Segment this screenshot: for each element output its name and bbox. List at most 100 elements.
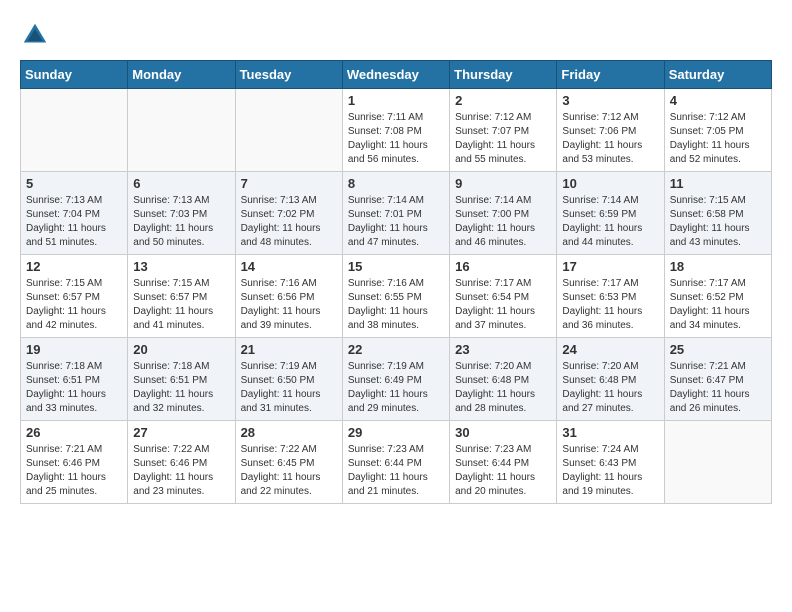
calendar-day-header: Thursday	[450, 61, 557, 89]
calendar-day-cell: 13 Sunrise: 7:15 AM Sunset: 6:57 PM Dayli…	[128, 255, 235, 338]
calendar-day-cell: 6 Sunrise: 7:13 AM Sunset: 7:03 PM Daylig…	[128, 172, 235, 255]
day-info: Sunrise: 7:21 AM Sunset: 6:46 PM Dayligh…	[26, 443, 122, 499]
day-info: Sunrise: 7:14 AM Sunset: 7:01 PM Dayligh…	[348, 194, 444, 250]
day-info: Sunrise: 7:11 AM Sunset: 7:08 PM Dayligh…	[348, 111, 444, 167]
day-info: Sunrise: 7:12 AM Sunset: 7:07 PM Dayligh…	[455, 111, 551, 167]
day-info: Sunrise: 7:13 AM Sunset: 7:02 PM Dayligh…	[241, 194, 337, 250]
day-info: Sunrise: 7:17 AM Sunset: 6:54 PM Dayligh…	[455, 277, 551, 333]
day-info: Sunrise: 7:14 AM Sunset: 7:00 PM Dayligh…	[455, 194, 551, 250]
day-info: Sunrise: 7:24 AM Sunset: 6:43 PM Dayligh…	[562, 443, 658, 499]
calendar-day-cell: 24Sunrise: 7:20 AM Sunset: 6:48 PM Dayli…	[557, 338, 664, 421]
calendar-day-cell: 28Sunrise: 7:22 AM Sunset: 6:45 PM Dayli…	[235, 421, 342, 504]
calendar-week-row: 1 Sunrise: 7:11 AM Sunset: 7:08 PM Daylig…	[21, 89, 772, 172]
calendar-day-cell: 5 Sunrise: 7:13 AM Sunset: 7:04 PM Daylig…	[21, 172, 128, 255]
day-number: 2	[455, 93, 551, 108]
logo	[20, 20, 55, 50]
calendar-day-cell: 3 Sunrise: 7:12 AM Sunset: 7:06 PM Daylig…	[557, 89, 664, 172]
calendar-day-cell: 18Sunrise: 7:17 AM Sunset: 6:52 PM Dayli…	[664, 255, 771, 338]
day-number: 7	[241, 176, 337, 191]
calendar-day-cell	[235, 89, 342, 172]
calendar-day-cell: 26Sunrise: 7:21 AM Sunset: 6:46 PM Dayli…	[21, 421, 128, 504]
calendar-day-cell: 23Sunrise: 7:20 AM Sunset: 6:48 PM Dayli…	[450, 338, 557, 421]
day-info: Sunrise: 7:22 AM Sunset: 6:45 PM Dayligh…	[241, 443, 337, 499]
calendar-day-header: Tuesday	[235, 61, 342, 89]
calendar-day-header: Wednesday	[342, 61, 449, 89]
calendar-day-cell: 1 Sunrise: 7:11 AM Sunset: 7:08 PM Daylig…	[342, 89, 449, 172]
calendar-day-header: Friday	[557, 61, 664, 89]
calendar-week-row: 5 Sunrise: 7:13 AM Sunset: 7:04 PM Daylig…	[21, 172, 772, 255]
logo-icon	[20, 20, 50, 50]
calendar-day-cell	[21, 89, 128, 172]
calendar-day-cell: 30Sunrise: 7:23 AM Sunset: 6:44 PM Dayli…	[450, 421, 557, 504]
calendar-day-cell: 21 Sunrise: 7:19 AM Sunset: 6:50 PM Dayli…	[235, 338, 342, 421]
day-number: 29	[348, 425, 444, 440]
day-number: 3	[562, 93, 658, 108]
day-number: 11	[670, 176, 766, 191]
calendar-day-cell: 7 Sunrise: 7:13 AM Sunset: 7:02 PM Daylig…	[235, 172, 342, 255]
calendar-day-cell: 12 Sunrise: 7:15 AM Sunset: 6:57 PM Dayli…	[21, 255, 128, 338]
page-header	[20, 20, 772, 50]
day-info: Sunrise: 7:13 AM Sunset: 7:03 PM Dayligh…	[133, 194, 229, 250]
day-info: Sunrise: 7:19 AM Sunset: 6:49 PM Dayligh…	[348, 360, 444, 416]
day-number: 12	[26, 259, 122, 274]
day-number: 6	[133, 176, 229, 191]
day-number: 21	[241, 342, 337, 357]
day-number: 15	[348, 259, 444, 274]
day-number: 27	[133, 425, 229, 440]
calendar-day-cell	[128, 89, 235, 172]
day-number: 4	[670, 93, 766, 108]
calendar-day-cell: 2 Sunrise: 7:12 AM Sunset: 7:07 PM Daylig…	[450, 89, 557, 172]
day-info: Sunrise: 7:20 AM Sunset: 6:48 PM Dayligh…	[562, 360, 658, 416]
calendar-header-row: SundayMondayTuesdayWednesdayThursdayFrid…	[21, 61, 772, 89]
calendar-day-cell: 31Sunrise: 7:24 AM Sunset: 6:43 PM Dayli…	[557, 421, 664, 504]
calendar-day-cell: 29 Sunrise: 7:23 AM Sunset: 6:44 PM Dayli…	[342, 421, 449, 504]
calendar-day-header: Saturday	[664, 61, 771, 89]
calendar-day-cell: 4 Sunrise: 7:12 AM Sunset: 7:05 PM Daylig…	[664, 89, 771, 172]
calendar-day-cell: 14 Sunrise: 7:16 AM Sunset: 6:56 PM Dayli…	[235, 255, 342, 338]
day-info: Sunrise: 7:18 AM Sunset: 6:51 PM Dayligh…	[133, 360, 229, 416]
calendar-day-cell: 17Sunrise: 7:17 AM Sunset: 6:53 PM Dayli…	[557, 255, 664, 338]
day-info: Sunrise: 7:15 AM Sunset: 6:57 PM Dayligh…	[26, 277, 122, 333]
calendar-day-cell: 16 Sunrise: 7:17 AM Sunset: 6:54 PM Dayli…	[450, 255, 557, 338]
calendar-day-header: Monday	[128, 61, 235, 89]
calendar-week-row: 12 Sunrise: 7:15 AM Sunset: 6:57 PM Dayli…	[21, 255, 772, 338]
calendar-day-cell: 15Sunrise: 7:16 AM Sunset: 6:55 PM Dayli…	[342, 255, 449, 338]
day-number: 10	[562, 176, 658, 191]
calendar-week-row: 19 Sunrise: 7:18 AM Sunset: 6:51 PM Dayli…	[21, 338, 772, 421]
day-number: 9	[455, 176, 551, 191]
day-number: 23	[455, 342, 551, 357]
day-info: Sunrise: 7:12 AM Sunset: 7:05 PM Dayligh…	[670, 111, 766, 167]
day-number: 14	[241, 259, 337, 274]
calendar-day-cell: 8 Sunrise: 7:14 AM Sunset: 7:01 PM Daylig…	[342, 172, 449, 255]
day-info: Sunrise: 7:14 AM Sunset: 6:59 PM Dayligh…	[562, 194, 658, 250]
calendar-day-cell: 19 Sunrise: 7:18 AM Sunset: 6:51 PM Dayli…	[21, 338, 128, 421]
calendar-day-cell: 20Sunrise: 7:18 AM Sunset: 6:51 PM Dayli…	[128, 338, 235, 421]
day-number: 1	[348, 93, 444, 108]
day-number: 25	[670, 342, 766, 357]
calendar-day-cell: 27 Sunrise: 7:22 AM Sunset: 6:46 PM Dayli…	[128, 421, 235, 504]
calendar-day-cell: 11 Sunrise: 7:15 AM Sunset: 6:58 PM Dayli…	[664, 172, 771, 255]
day-info: Sunrise: 7:23 AM Sunset: 6:44 PM Dayligh…	[455, 443, 551, 499]
day-info: Sunrise: 7:15 AM Sunset: 6:57 PM Dayligh…	[133, 277, 229, 333]
day-info: Sunrise: 7:12 AM Sunset: 7:06 PM Dayligh…	[562, 111, 658, 167]
day-info: Sunrise: 7:22 AM Sunset: 6:46 PM Dayligh…	[133, 443, 229, 499]
calendar-day-cell: 10 Sunrise: 7:14 AM Sunset: 6:59 PM Dayli…	[557, 172, 664, 255]
day-info: Sunrise: 7:16 AM Sunset: 6:56 PM Dayligh…	[241, 277, 337, 333]
day-number: 13	[133, 259, 229, 274]
calendar-day-cell: 22Sunrise: 7:19 AM Sunset: 6:49 PM Dayli…	[342, 338, 449, 421]
day-number: 5	[26, 176, 122, 191]
day-number: 8	[348, 176, 444, 191]
day-info: Sunrise: 7:15 AM Sunset: 6:58 PM Dayligh…	[670, 194, 766, 250]
day-info: Sunrise: 7:23 AM Sunset: 6:44 PM Dayligh…	[348, 443, 444, 499]
day-info: Sunrise: 7:21 AM Sunset: 6:47 PM Dayligh…	[670, 360, 766, 416]
calendar-week-row: 26Sunrise: 7:21 AM Sunset: 6:46 PM Dayli…	[21, 421, 772, 504]
day-number: 19	[26, 342, 122, 357]
calendar-day-header: Sunday	[21, 61, 128, 89]
day-number: 16	[455, 259, 551, 274]
day-info: Sunrise: 7:18 AM Sunset: 6:51 PM Dayligh…	[26, 360, 122, 416]
calendar-day-cell: 25 Sunrise: 7:21 AM Sunset: 6:47 PM Dayli…	[664, 338, 771, 421]
day-info: Sunrise: 7:19 AM Sunset: 6:50 PM Dayligh…	[241, 360, 337, 416]
day-info: Sunrise: 7:17 AM Sunset: 6:52 PM Dayligh…	[670, 277, 766, 333]
calendar-day-cell: 9 Sunrise: 7:14 AM Sunset: 7:00 PM Daylig…	[450, 172, 557, 255]
day-info: Sunrise: 7:13 AM Sunset: 7:04 PM Dayligh…	[26, 194, 122, 250]
